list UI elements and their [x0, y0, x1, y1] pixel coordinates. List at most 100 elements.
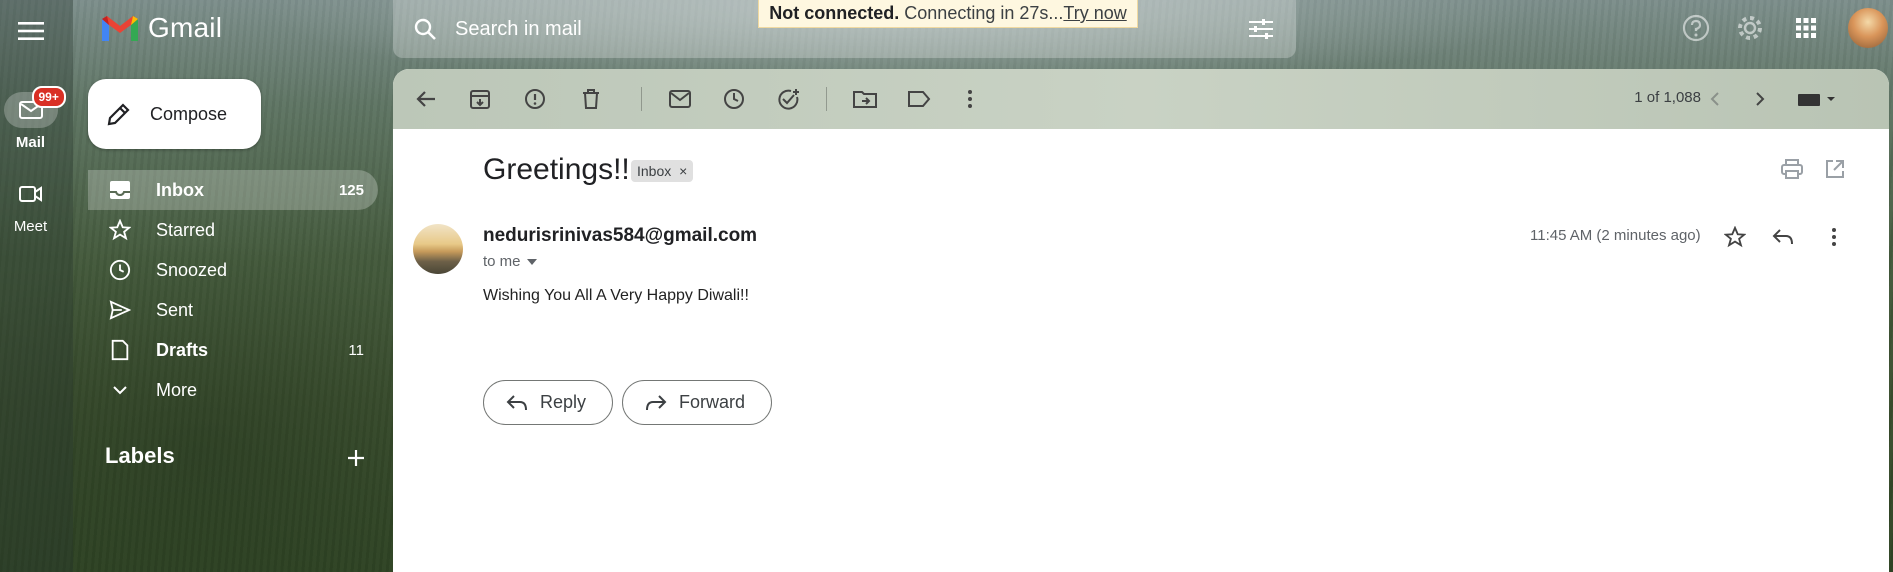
reply-icon	[1772, 228, 1794, 246]
recipient-details[interactable]: to me	[483, 253, 537, 270]
reply-icon-button[interactable]	[1767, 221, 1799, 253]
send-icon	[108, 298, 132, 322]
more-actions-button[interactable]	[955, 84, 985, 114]
help-icon	[1682, 14, 1710, 42]
older-button[interactable]	[1745, 84, 1775, 114]
report-spam-button[interactable]	[520, 84, 550, 114]
chevron-right-icon	[1755, 91, 1765, 107]
draft-icon	[108, 338, 132, 362]
move-to-button[interactable]	[850, 84, 880, 114]
pagination-count: 1 of 1,088	[1634, 89, 1701, 106]
gmail-logo[interactable]: Gmail	[100, 12, 222, 44]
video-camera-icon	[18, 185, 43, 203]
printer-icon	[1781, 159, 1803, 179]
inbox-label-chip[interactable]: Inbox ×	[631, 160, 694, 182]
email-timestamp: 11:45 AM (2 minutes ago)	[1530, 227, 1701, 244]
compose-button[interactable]: Compose	[88, 79, 261, 149]
sidebar-item-sent[interactable]: Sent	[88, 290, 378, 330]
add-to-tasks-button[interactable]	[774, 84, 804, 114]
reply-button[interactable]: Reply	[483, 380, 614, 425]
toolbar-divider	[826, 87, 827, 111]
sidebar-item-snoozed[interactable]: Snoozed	[88, 250, 378, 290]
sidebar-item-label: Inbox	[156, 179, 204, 200]
clock-icon	[723, 88, 745, 110]
support-button[interactable]	[1678, 10, 1714, 46]
account-avatar[interactable]	[1848, 8, 1888, 48]
apps-grid-icon	[1795, 17, 1817, 39]
folder-move-icon	[853, 89, 877, 109]
inbox-count: 125	[338, 181, 364, 199]
sender-avatar[interactable]	[413, 224, 463, 274]
arrow-left-icon	[416, 90, 436, 108]
rail-mail[interactable]: 99+ Mail	[0, 86, 66, 151]
forward-button[interactable]: Forward	[622, 380, 773, 425]
chevron-down-icon	[108, 378, 132, 402]
more-vertical-icon	[1831, 227, 1837, 247]
add-task-icon	[777, 88, 801, 110]
try-now-link[interactable]: Try now	[1063, 3, 1126, 24]
delete-button[interactable]	[576, 84, 606, 114]
reply-icon	[506, 394, 528, 412]
plus-icon	[347, 449, 365, 467]
toolbar-divider	[641, 87, 642, 111]
archive-icon	[469, 88, 491, 110]
back-button[interactable]	[411, 84, 441, 114]
forward-icon	[645, 394, 667, 412]
gmail-m-icon	[100, 13, 140, 43]
keyboard-icon	[1797, 91, 1837, 107]
drafts-count: 11	[348, 341, 364, 359]
rail-meet[interactable]: Meet	[0, 176, 61, 235]
star-icon	[1724, 226, 1746, 248]
hamburger-icon	[18, 21, 44, 41]
settings-button[interactable]	[1732, 10, 1768, 46]
sidebar-item-label: More	[156, 379, 198, 400]
compose-label: Compose	[150, 103, 228, 124]
banner-status: Not connected.	[769, 3, 900, 23]
alert-icon	[524, 88, 546, 110]
main-menu-button[interactable]	[14, 14, 48, 48]
search-icon[interactable]	[413, 17, 437, 41]
recipient-text: to me	[483, 253, 521, 270]
email-body: Wishing You All A Very Happy Diwali!!	[483, 287, 749, 304]
snooze-button[interactable]	[719, 84, 749, 114]
forward-label: Forward	[679, 392, 746, 412]
input-tools-button[interactable]	[1795, 84, 1839, 114]
banner-text: Connecting in 27s...	[904, 3, 1064, 23]
pencil-icon	[106, 101, 132, 127]
mark-unread-button[interactable]	[665, 84, 695, 114]
labels-button[interactable]	[904, 84, 934, 114]
sidebar-nav: Inbox 125 Starred Snoozed Sent Drafts 11…	[88, 170, 378, 410]
newer-button[interactable]	[1700, 84, 1730, 114]
sidebar-item-label: Starred	[156, 219, 216, 240]
star-button[interactable]	[1719, 221, 1751, 253]
sidebar-item-more[interactable]: More	[88, 370, 378, 410]
print-all-button[interactable]	[1781, 159, 1803, 179]
label-chip-text: Inbox	[637, 163, 672, 179]
label-icon	[907, 90, 931, 108]
unread-badge: 99+	[31, 86, 66, 108]
connection-banner: Not connected. Connecting in 27s... Try …	[758, 0, 1138, 28]
external-link-icon	[1825, 159, 1845, 179]
message-panel: 1 of 1,088 Greetings!! Inbox × nedurisri…	[393, 69, 1889, 572]
chevron-left-icon	[1710, 91, 1720, 107]
sidebar-item-drafts[interactable]: Drafts 11	[88, 330, 378, 370]
sender-email[interactable]: nedurisrinivas584@gmail.com	[483, 225, 757, 247]
filter-options-icon[interactable]	[1248, 18, 1274, 40]
reply-label: Reply	[540, 392, 587, 412]
open-new-window-button[interactable]	[1825, 159, 1845, 179]
archive-button[interactable]	[465, 84, 495, 114]
sidebar-item-starred[interactable]: Starred	[88, 210, 378, 250]
apps-button[interactable]	[1788, 10, 1824, 46]
rail-meet-label: Meet	[13, 218, 48, 235]
remove-label-icon[interactable]: ×	[679, 163, 687, 179]
trash-icon	[581, 88, 601, 110]
sidebar-item-inbox[interactable]: Inbox 125	[88, 170, 378, 210]
mail-icon	[669, 90, 691, 108]
sidebar-item-label: Drafts	[156, 339, 209, 360]
more-vertical-icon	[967, 89, 973, 109]
create-label-button[interactable]	[342, 444, 370, 472]
labels-heading: Labels	[105, 443, 175, 468]
message-more-button[interactable]	[1818, 221, 1850, 253]
caret-down-icon	[526, 258, 537, 265]
clock-icon	[108, 258, 132, 282]
